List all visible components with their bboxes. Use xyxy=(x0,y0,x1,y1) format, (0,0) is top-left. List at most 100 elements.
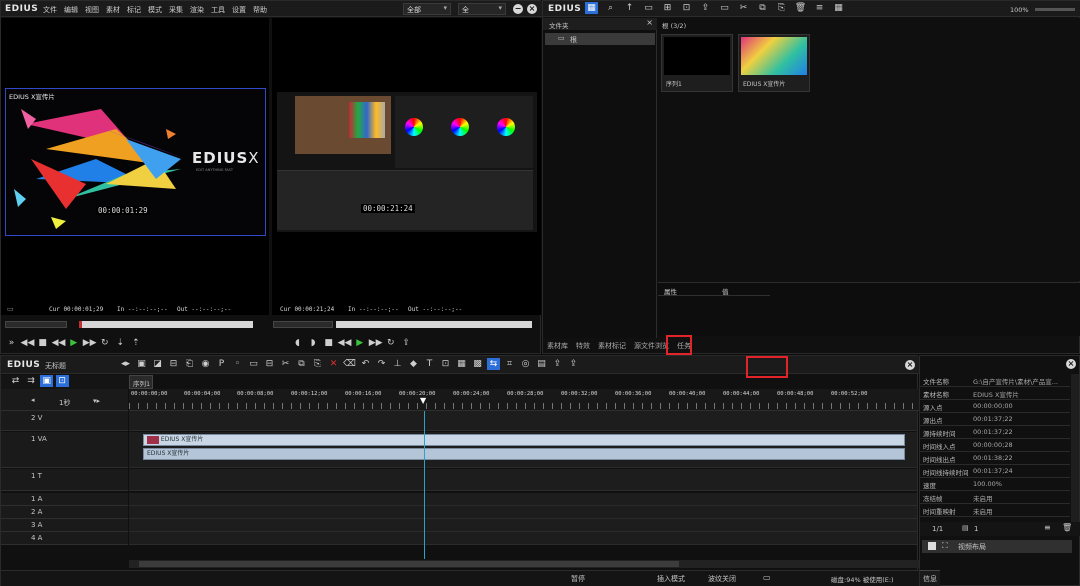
menu-file[interactable]: 文件 xyxy=(43,5,57,15)
track-1va[interactable]: EDIUS X宣传片 EDIUS X宣传片 xyxy=(129,432,917,468)
menu-render[interactable]: 渲染 xyxy=(190,5,204,15)
delete-tl-icon[interactable]: ⌫ xyxy=(343,358,356,370)
track-header-3a[interactable]: 3 A xyxy=(1,519,128,532)
delete-icon[interactable]: 🗑 xyxy=(794,2,807,14)
scissors-icon[interactable]: ✂ xyxy=(279,358,292,370)
copy-icon[interactable]: ⧉ xyxy=(756,2,769,14)
root-folder-item[interactable]: ▭ 根 xyxy=(545,33,655,45)
list-view-icon[interactable]: ≡ xyxy=(813,2,826,14)
info-scrollbar[interactable] xyxy=(1071,374,1079,524)
waveform-icon[interactable]: ◎ xyxy=(519,358,532,370)
record-scrubber[interactable] xyxy=(273,321,333,328)
record-loop-icon[interactable]: ↻ xyxy=(384,337,397,349)
bin-zoom-slider[interactable] xyxy=(1035,8,1075,11)
export-icon[interactable]: ⇪ xyxy=(400,337,413,349)
scale-dropdown-icon[interactable]: ▾▸ xyxy=(93,397,100,405)
undo-icon[interactable]: ↶ xyxy=(359,358,372,370)
menu-capture[interactable]: 采集 xyxy=(169,5,183,15)
shuttle-left-icon[interactable]: » xyxy=(5,337,18,349)
display-mode-icon[interactable]: ▩ xyxy=(471,358,484,370)
track-option-icon-3[interactable]: ▣ xyxy=(40,375,54,387)
view-dropdown[interactable]: 全部 xyxy=(403,3,451,15)
sync-icon[interactable]: ⇆ xyxy=(487,358,500,370)
track-option-icon-2[interactable]: ⇉ xyxy=(25,375,38,387)
scale-left-icon[interactable]: ◂ xyxy=(31,396,35,404)
source-scrubber[interactable] xyxy=(5,321,67,328)
status-insert-mode[interactable]: 插入模式 xyxy=(657,574,685,584)
close-icon[interactable]: × xyxy=(527,4,537,14)
copy-tl-icon[interactable]: ⧉ xyxy=(295,358,308,370)
track-header-1a[interactable]: 1 A xyxy=(1,493,128,506)
record-position-slider[interactable] xyxy=(336,321,532,328)
source-position-slider[interactable] xyxy=(79,321,253,328)
record-forward-icon[interactable]: ▶▶ xyxy=(369,337,383,349)
info-close-icon[interactable]: × xyxy=(1066,359,1076,369)
source-monitor[interactable]: EDIUS X宣传片 EDIUSX EDIT ANYTHING FAST 00:… xyxy=(1,18,269,315)
marker-tl-icon[interactable]: ◆ xyxy=(407,358,420,370)
tab-bin[interactable]: 素材库 xyxy=(543,339,572,353)
menu-clip[interactable]: 素材 xyxy=(106,5,120,15)
asset-item[interactable]: EDIUS X宣传片 xyxy=(738,34,810,92)
playhead-marker-icon[interactable]: ▼ xyxy=(420,396,426,405)
menu-edit[interactable]: 编辑 xyxy=(64,5,78,15)
ripple-delete-icon[interactable]: ✕ xyxy=(327,358,340,370)
export-task-icon[interactable]: ⇪ xyxy=(551,358,564,370)
record-play-icon[interactable]: ▶ xyxy=(353,337,366,349)
export-task-alt-icon[interactable]: ⇪ xyxy=(567,358,580,370)
menu-view[interactable]: 视图 xyxy=(85,5,99,15)
p-icon[interactable]: P xyxy=(215,358,228,370)
folder-open-icon[interactable]: ▭ xyxy=(247,358,260,370)
track-4a[interactable] xyxy=(129,532,917,545)
title-icon[interactable]: T xyxy=(423,358,436,370)
channel-dropdown[interactable]: 全 xyxy=(458,3,506,15)
minimize-icon[interactable]: − xyxy=(513,4,523,14)
timeline-scroll-thumb[interactable] xyxy=(139,561,679,567)
save-icon[interactable]: ⊟ xyxy=(263,358,276,370)
timeline-close-icon[interactable]: × xyxy=(905,360,915,370)
track-header-2a[interactable]: 2 A xyxy=(1,506,128,519)
record-stop-icon[interactable]: ■ xyxy=(322,337,335,349)
track-2v[interactable] xyxy=(129,411,917,431)
timeline-scale[interactable]: 1秒 xyxy=(59,398,70,408)
track-1t[interactable] xyxy=(129,469,917,491)
track-header-2v[interactable]: 2 V xyxy=(1,411,128,431)
overwrite-icon[interactable]: ⇡ xyxy=(129,337,142,349)
tab-effects[interactable]: 特效 xyxy=(572,339,594,353)
folder-panel-close-icon[interactable]: × xyxy=(646,18,653,27)
render-icon[interactable]: ⊡ xyxy=(439,358,452,370)
sequence-tab[interactable]: 序列1 xyxy=(129,375,153,389)
track-header-1va[interactable]: 1 VA xyxy=(1,432,128,468)
video-clip[interactable]: EDIUS X宣传片 xyxy=(143,434,905,446)
paste-icon[interactable]: ⎘ xyxy=(775,2,788,14)
undo-history-icon[interactable]: ⎗ xyxy=(183,358,196,370)
step-forward-icon[interactable]: ▶▶ xyxy=(83,337,97,349)
stop-icon[interactable]: ■ xyxy=(36,337,49,349)
mark-in-icon[interactable]: ◖ xyxy=(291,337,304,349)
new-folder-icon[interactable]: ▭ xyxy=(642,2,655,14)
effect-list-icon[interactable]: ≡ xyxy=(1044,523,1051,532)
paste-tl-icon[interactable]: ⎘ xyxy=(311,358,324,370)
track-2a[interactable] xyxy=(129,506,917,519)
menu-tools[interactable]: 工具 xyxy=(211,5,225,15)
record-monitor[interactable]: 00:00:21:24 Cur 00:00:21;24 In --:--:--;… xyxy=(272,18,541,315)
rewind-icon[interactable]: ◀◀ xyxy=(21,337,35,349)
track-option-icon-4[interactable]: ⊡ xyxy=(55,375,69,387)
loop-icon[interactable]: ↻ xyxy=(98,337,111,349)
ruler[interactable]: 00:00:00;00 00:00:04;00 00:00:08;00 00:0… xyxy=(129,389,919,411)
menu-settings[interactable]: 设置 xyxy=(232,5,246,15)
cut-icon[interactable]: ✂ xyxy=(737,2,750,14)
monitor-clip-icon[interactable]: ▭ xyxy=(718,2,731,14)
up-folder-icon[interactable]: ↑ xyxy=(623,2,636,14)
insert-icon[interactable]: ⇣ xyxy=(114,337,127,349)
effect-icon[interactable]: ▦ xyxy=(455,358,468,370)
audio-clip[interactable]: EDIUS X宣传片 xyxy=(143,448,905,460)
export-clip-icon[interactable]: ⇪ xyxy=(699,2,712,14)
info-tab[interactable]: 信息 xyxy=(920,570,940,586)
thumb-view-icon[interactable]: ▦ xyxy=(832,2,845,14)
tab-clip-markers[interactable]: 素材标记 xyxy=(594,339,630,353)
effect-delete-icon[interactable]: 🗑 xyxy=(1062,523,1072,532)
menu-marker[interactable]: 标记 xyxy=(127,5,141,15)
snap-icon[interactable]: ⌗ xyxy=(503,358,516,370)
menu-mode[interactable]: 模式 xyxy=(148,5,162,15)
new-sequence-icon[interactable]: ▣ xyxy=(135,358,148,370)
